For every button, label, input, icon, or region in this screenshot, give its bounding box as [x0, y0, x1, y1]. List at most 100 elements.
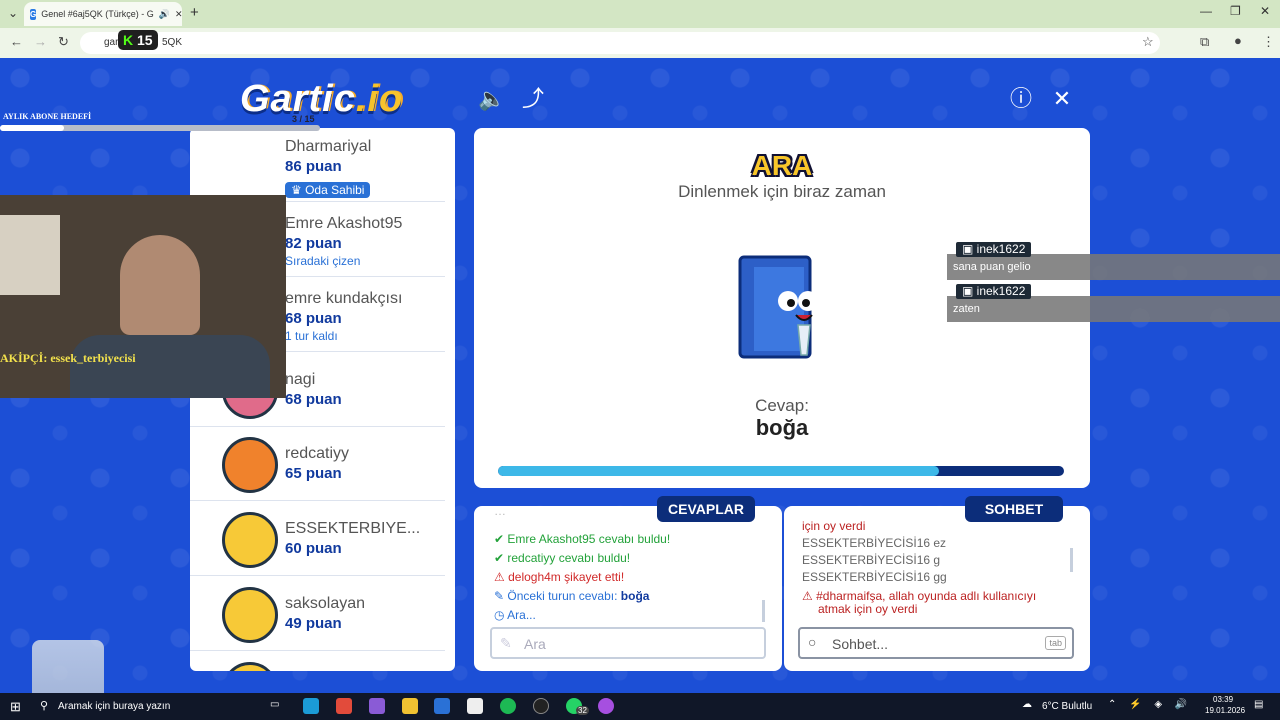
copilot-icon[interactable]: [369, 698, 385, 714]
chat-message: ⚠ #dharmaifşa, allah oyunda adlı kullanı…: [802, 589, 1037, 603]
info-icon[interactable]: ⓘ: [1008, 86, 1034, 112]
chrome-icon[interactable]: [336, 698, 352, 714]
explorer-icon[interactable]: [402, 698, 418, 714]
store-icon[interactable]: [467, 698, 483, 714]
player-row[interactable]: Dharmariyal 86 puan ♛ Oda Sahibi: [190, 128, 445, 202]
answer-word: boğa: [755, 415, 809, 440]
chat-message: atmak için oy verdi: [818, 602, 918, 616]
round-progress-fill: [498, 466, 940, 476]
tab-strip: ⌄ G Genel #6aj5QK (Türkçe) - G 🔊 ✕ + — ❐…: [0, 0, 1280, 28]
answer-label: Cevap:: [755, 396, 809, 415]
close-window-icon[interactable]: ✕: [1260, 4, 1270, 18]
player-score: 68 puan: [285, 310, 342, 327]
player-score: 86 puan: [285, 158, 342, 175]
webcam-person: [120, 235, 200, 335]
chat-message: için oy verdi: [802, 519, 866, 533]
answer-entry: ⚠ delogh4m şikayet etti!: [494, 570, 625, 584]
float-user-tag: ▣ inek1622: [956, 284, 1032, 299]
tab-title: Genel #6aj5QK (Türkçe) - G: [41, 9, 154, 19]
player-row[interactable]: [190, 652, 445, 671]
edge-icon[interactable]: [303, 698, 319, 714]
browser-tab[interactable]: G Genel #6aj5QK (Türkçe) - G 🔊 ✕: [24, 2, 182, 26]
answers-panel: … ✔ Emre Akashot95 cevabı buldu! ✔ redca…: [474, 504, 782, 671]
webcam-feed: [0, 195, 286, 398]
chat-tab[interactable]: SOHBET: [965, 496, 1063, 522]
back-icon[interactable]: ←: [10, 34, 23, 49]
game-area: Gartic.io 3 / 15 🔈 ⤴ ⓘ ✕ Dharmariyal 86 …: [0, 58, 1280, 693]
chat-message: ESSEKTERBİYECİSİ16 gg: [802, 570, 947, 584]
sub-goal-bar: [0, 125, 320, 131]
owner-badge: ♛ Oda Sahibi: [285, 182, 371, 198]
player-name: Dharmariyal: [285, 138, 372, 155]
new-tab-icon[interactable]: +: [190, 4, 199, 21]
player-name: nagi: [285, 371, 316, 388]
share-icon[interactable]: ⤴: [520, 86, 546, 112]
float-user-tag: ▣ inek1622: [956, 242, 1032, 257]
player-name: Emre Akashot95: [285, 215, 403, 232]
menu-icon[interactable]: ⋮: [1262, 34, 1275, 50]
taskbar-search[interactable]: Aramak için buraya yazın: [58, 701, 170, 712]
forward-icon[interactable]: →: [34, 34, 47, 49]
notification-icon[interactable]: ▤: [1254, 699, 1263, 710]
close-icon[interactable]: ✕: [1049, 86, 1075, 112]
answers-tab[interactable]: CEVAPLAR: [657, 496, 755, 522]
star-icon[interactable]: ☆: [1142, 34, 1154, 50]
spotify-icon[interactable]: [500, 698, 516, 714]
messenger-icon[interactable]: [598, 698, 614, 714]
pencil-icon: ✎: [500, 635, 512, 651]
stage-title: ARA: [751, 150, 813, 181]
mail-icon[interactable]: [434, 698, 450, 714]
gartic-logo: Gartic.io: [240, 78, 404, 120]
mouse-cursor-icon: ➤: [1011, 476, 1022, 490]
float-message: sana puan gelio: [947, 254, 1280, 280]
profile-icon[interactable]: ●: [1234, 33, 1242, 48]
player-row[interactable]: ESSEKTERBIYE... 60 puan: [190, 502, 445, 576]
restore-icon[interactable]: ❐: [1230, 4, 1241, 18]
toolbar: ← → ↻ gar K 15 5QK ☆ ⧉ ● ⋮: [0, 28, 1280, 58]
clock-date[interactable]: 19.01.2026: [1205, 706, 1245, 715]
player-avatar: [222, 512, 278, 568]
owner-icon: ♛: [291, 183, 306, 197]
tab-menu-icon[interactable]: ⌄: [8, 6, 18, 20]
tray-icons[interactable]: ⌃ ⚡ ◈ 🔊: [1108, 699, 1192, 710]
player-status: 1 tur kaldı: [285, 329, 338, 343]
player-score: 49 puan: [285, 615, 342, 632]
page-counter: 3 / 15: [292, 114, 315, 124]
minimize-icon[interactable]: —: [1200, 4, 1212, 18]
stage-subtitle: Dinlenmek için biraz zaman: [678, 182, 886, 201]
address-bar[interactable]: gar K 15 5QK: [80, 30, 1160, 54]
float-message: zaten: [947, 296, 1280, 322]
kick-badge: K 15: [118, 30, 158, 50]
clock-time[interactable]: 03:39: [1213, 695, 1233, 704]
player-row[interactable]: saksolayan 49 puan: [190, 577, 445, 651]
answer-entry: ✔ Emre Akashot95 cevabı buldu!: [494, 532, 671, 546]
answers-scrollbar[interactable]: [762, 600, 765, 622]
browser-frame: ⌄ G Genel #6aj5QK (Türkçe) - G 🔊 ✕ + — ❐…: [0, 0, 1280, 58]
player-avatar: [222, 437, 278, 493]
weather-text[interactable]: 6°C Bulutlu: [1042, 701, 1092, 712]
webcam-bg-lamp: [0, 215, 60, 295]
reload-icon[interactable]: ↻: [58, 34, 69, 50]
player-row[interactable]: redcatiyy 65 puan: [190, 427, 445, 501]
player-avatar: [222, 662, 278, 671]
tab-key: tab: [1045, 636, 1066, 650]
player-name: redcatiyy: [285, 445, 350, 462]
extensions-icon[interactable]: ⧉: [1200, 34, 1209, 50]
task-view-icon[interactable]: ▭: [270, 699, 279, 710]
weather-icon: ☁: [1022, 699, 1032, 710]
close-tab-icon[interactable]: ✕: [175, 9, 182, 20]
obs-icon[interactable]: [533, 698, 549, 714]
chat-scrollbar[interactable]: [1070, 548, 1073, 572]
player-avatar: [222, 587, 278, 643]
start-icon[interactable]: ⊞: [10, 699, 21, 715]
answer-input[interactable]: ✎ Ara: [490, 627, 766, 659]
search-icon: ○: [808, 634, 817, 650]
search-icon: ⚲: [40, 700, 49, 712]
player-status: Sıradaki çizen: [285, 254, 361, 268]
chat-input[interactable]: ○ Sohbet... tab: [798, 627, 1074, 659]
whatsapp-badge: 32: [576, 706, 589, 715]
badge-icon: ▣: [962, 242, 977, 256]
answer-entry: …: [494, 504, 506, 518]
sound-icon[interactable]: 🔈: [478, 86, 505, 112]
chat-panel: için oy verdi ESSEKTERBİYECİSİ16 ez ESSE…: [784, 506, 1090, 671]
